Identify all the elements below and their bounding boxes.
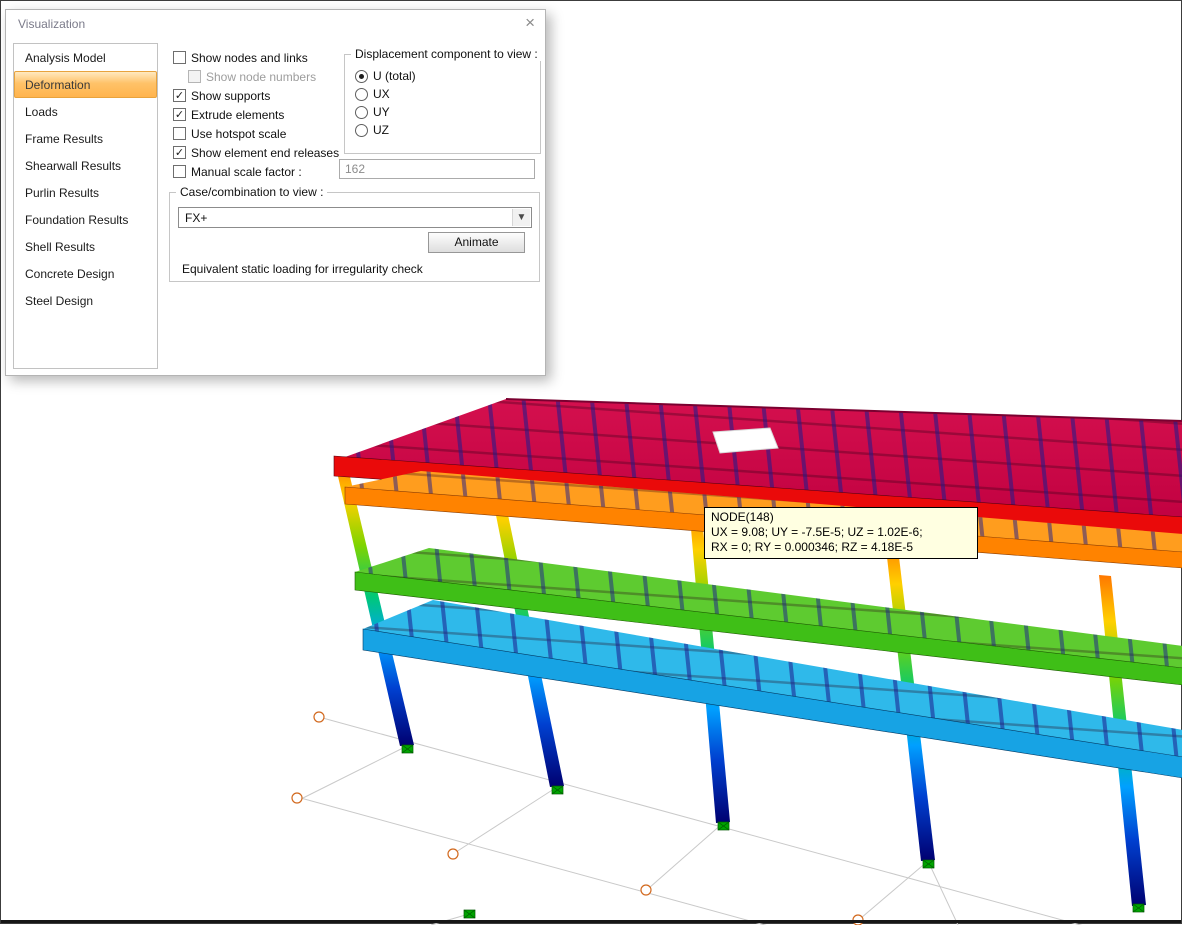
support-marker	[402, 745, 413, 753]
checkbox-label: Show nodes and links	[191, 51, 308, 65]
sidebar-item-shell-results[interactable]: Shell Results	[14, 233, 157, 260]
checkbox-checked-icon[interactable]: ✓	[173, 89, 186, 102]
sidebar-item-steel-design[interactable]: Steel Design	[14, 287, 157, 314]
radio-u-total[interactable]: U (total)	[355, 67, 540, 85]
supports-group	[402, 745, 1144, 918]
dialog-sidebar: Analysis ModelDeformationLoadsFrame Resu…	[13, 43, 158, 369]
displacement-options: U (total) UX UY UZ	[345, 55, 540, 139]
support-marker	[464, 910, 475, 918]
radio-label: UX	[373, 87, 390, 101]
support-marker	[552, 786, 563, 794]
checkbox-label: Manual scale factor :	[191, 165, 302, 179]
app-window: { "icons": { "close": "×", "check": "✓",…	[0, 0, 1182, 924]
checkbox-unchecked-icon[interactable]	[173, 165, 186, 178]
node-tooltip-title: NODE(148)	[711, 510, 971, 525]
checkbox-unchecked-icon[interactable]	[173, 51, 186, 64]
sidebar-item-analysis-model[interactable]: Analysis Model	[14, 44, 157, 71]
checkbox-label: Show element end releases	[191, 146, 339, 160]
radio-selected-icon[interactable]	[355, 70, 368, 83]
radio-unselected-icon[interactable]	[355, 88, 368, 101]
roof-opening	[713, 428, 778, 453]
radio-unselected-icon[interactable]	[355, 106, 368, 119]
checkbox-unchecked-icon[interactable]	[188, 70, 201, 83]
support-marker	[1133, 904, 1144, 912]
sidebar-item-frame-results[interactable]: Frame Results	[14, 125, 157, 152]
radio-unselected-icon[interactable]	[355, 124, 368, 137]
case-dropdown[interactable]: FX+ ▼	[178, 207, 532, 228]
node-tooltip: NODE(148) UX = 9.08; UY = -7.5E-5; UZ = …	[704, 507, 978, 559]
displacement-group-title: Displacement component to view :	[351, 47, 542, 61]
radio-label: U (total)	[373, 69, 416, 83]
node-tooltip-rotations: RX = 0; RY = 0.000346; RZ = 4.18E-5	[711, 540, 971, 555]
checkbox-label: Show supports	[191, 89, 270, 103]
sidebar-item-deformation[interactable]: Deformation	[14, 71, 157, 98]
visualization-dialog: Visualization × Analysis ModelDeformatio…	[5, 9, 546, 376]
checkbox-extrude-elements[interactable]: ✓ Extrude elements	[173, 105, 348, 124]
checkbox-show-element-end-releases[interactable]: ✓ Show element end releases	[173, 143, 348, 162]
close-icon[interactable]: ×	[525, 14, 535, 31]
grid-bubbles	[292, 712, 863, 925]
case-description: Equivalent static loading for irregulari…	[182, 262, 423, 276]
sidebar-item-concrete-design[interactable]: Concrete Design	[14, 260, 157, 287]
case-dropdown-value: FX+	[185, 211, 207, 225]
checkbox-label: Extrude elements	[191, 108, 284, 122]
displacement-group: Displacement component to view : U (tota…	[344, 54, 541, 154]
chevron-down-icon[interactable]: ▼	[512, 209, 530, 226]
animate-button[interactable]: Animate	[428, 232, 525, 253]
sidebar-item-foundation-results[interactable]: Foundation Results	[14, 206, 157, 233]
checkbox-checked-icon[interactable]: ✓	[173, 108, 186, 121]
dialog-title: Visualization	[18, 17, 85, 31]
sidebar-item-loads[interactable]: Loads	[14, 98, 157, 125]
support-marker	[718, 822, 729, 830]
case-group: Case/combination to view : FX+ ▼ Animate…	[169, 192, 540, 282]
checkbox-unchecked-icon[interactable]	[173, 127, 186, 140]
checkbox-use-hotspot-scale[interactable]: Use hotspot scale	[173, 124, 348, 143]
sidebar-item-shearwall-results[interactable]: Shearwall Results	[14, 152, 157, 179]
node-tooltip-translations: UX = 9.08; UY = -7.5E-5; UZ = 1.02E-6;	[711, 525, 971, 540]
radio-uy[interactable]: UY	[355, 103, 540, 121]
sidebar-item-purlin-results[interactable]: Purlin Results	[14, 179, 157, 206]
window-bottom-edge	[1, 920, 1181, 923]
checkbox-label: Use hotspot scale	[191, 127, 286, 141]
checkbox-label: Show node numbers	[206, 70, 316, 84]
radio-label: UZ	[373, 123, 389, 137]
radio-uz[interactable]: UZ	[355, 121, 540, 139]
radio-ux[interactable]: UX	[355, 85, 540, 103]
radio-label: UY	[373, 105, 390, 119]
checkbox-checked-icon[interactable]: ✓	[173, 146, 186, 159]
checkbox-manual-scale-factor[interactable]: Manual scale factor :	[173, 162, 348, 181]
checkbox-show-node-numbers[interactable]: Show node numbers	[188, 67, 348, 86]
checkbox-panel: Show nodes and links Show node numbers ✓ Sh…	[173, 48, 348, 181]
support-marker	[923, 860, 934, 868]
manual-scale-input[interactable]	[339, 159, 535, 179]
checkbox-show-supports[interactable]: ✓ Show supports	[173, 86, 348, 105]
case-group-title: Case/combination to view :	[176, 185, 327, 199]
checkbox-show-nodes-and-links[interactable]: Show nodes and links	[173, 48, 348, 67]
